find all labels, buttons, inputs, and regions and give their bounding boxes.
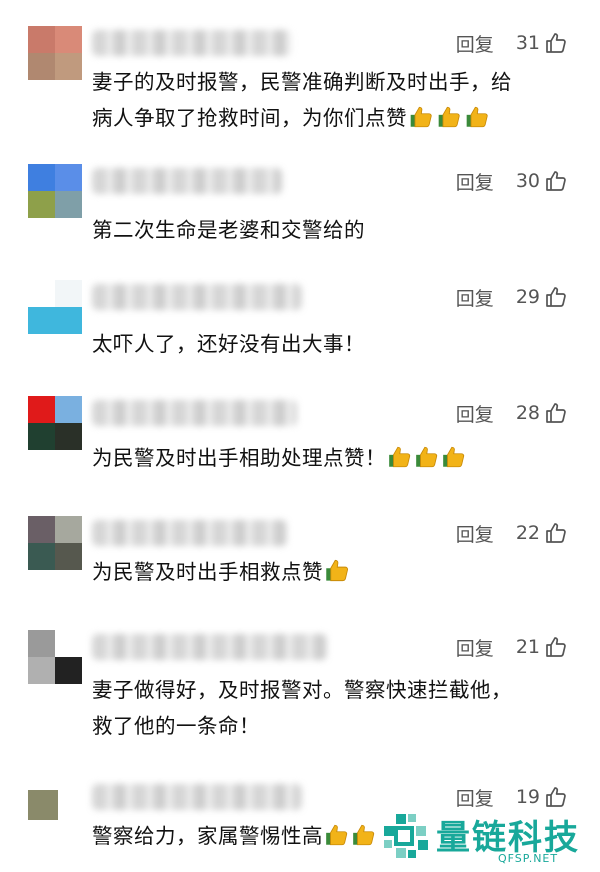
comment-text-line: 病人争取了抢救时间，为你们点赞 <box>92 100 572 141</box>
avatar-pixel <box>28 630 55 657</box>
thumbs-up-outline-icon <box>544 285 568 309</box>
thumbs-up-icon <box>387 444 413 481</box>
username-blurred[interactable] <box>92 30 292 56</box>
comment-text: 为民警及时出手相救点赞 <box>92 560 323 584</box>
like-button[interactable]: 28 <box>516 401 568 425</box>
comment-text-line: 救了他的一条命！ <box>92 714 260 738</box>
avatar-pixel <box>28 53 55 80</box>
avatar-pixel <box>28 307 55 334</box>
comment-text-line: 太吓人了，还好没有出大事！ <box>92 332 365 356</box>
username-blurred[interactable] <box>92 520 287 546</box>
avatar-pixel <box>55 423 82 450</box>
avatar-pixel <box>55 516 82 543</box>
avatar[interactable] <box>28 280 82 334</box>
like-count: 28 <box>515 402 540 424</box>
thumbs-up-outline-icon <box>544 401 568 425</box>
avatar[interactable] <box>28 26 82 80</box>
like-count: 19 <box>515 786 540 808</box>
reply-button[interactable]: 回复 <box>456 284 494 311</box>
like-count: 31 <box>515 32 540 54</box>
comment-text-line: 为民警及时出手相救点赞 <box>92 554 572 595</box>
thumbs-up-icon <box>324 557 351 595</box>
like-button[interactable]: 21 <box>516 635 568 659</box>
like-count: 21 <box>515 636 540 658</box>
watermark-url: QFSP.NET <box>498 852 559 865</box>
avatar-pixel <box>28 516 55 543</box>
avatar-pixel <box>28 26 55 53</box>
avatar-pixel <box>55 191 82 218</box>
avatar-pixel <box>28 280 55 307</box>
thumbs-up-icon <box>436 104 463 141</box>
avatar-pixel <box>28 164 55 191</box>
comment-text-line: 第二次生命是老婆和交警给的 <box>92 218 365 242</box>
reply-button[interactable]: 回复 <box>456 400 494 427</box>
like-count: 30 <box>515 170 540 192</box>
watermark: 量链科技 QFSP.NET <box>380 806 600 866</box>
avatar[interactable] <box>28 630 82 684</box>
comment-text-line: 为民警及时出手相助处理点赞！ <box>92 440 572 481</box>
thumbs-up-outline-icon <box>544 521 568 545</box>
avatar-pixel <box>55 396 82 423</box>
comment-text: 病人争取了抢救时间，为你们点赞 <box>92 106 407 130</box>
username-blurred[interactable] <box>92 168 282 194</box>
avatar-pixel <box>28 191 55 218</box>
thumbs-up-outline-icon <box>544 635 568 659</box>
thumbs-up-icon <box>351 822 377 859</box>
avatar-pixel <box>55 307 82 334</box>
username-blurred[interactable] <box>92 784 302 810</box>
comment-text: 为民警及时出手相助处理点赞！ <box>92 446 386 470</box>
reply-button[interactable]: 回复 <box>456 520 494 547</box>
avatar-pixel <box>55 657 82 684</box>
avatar[interactable] <box>28 790 58 820</box>
thumbs-up-outline-icon <box>544 31 568 55</box>
like-count: 22 <box>515 522 540 544</box>
thumbs-up-icon <box>324 822 350 859</box>
thumbs-up-icon <box>408 104 435 141</box>
avatar-pixel <box>55 280 82 307</box>
comment-text: 警察给力，家属警惕性高 <box>92 824 323 848</box>
like-count: 29 <box>515 286 540 308</box>
reply-button[interactable]: 回复 <box>456 634 494 661</box>
username-blurred[interactable] <box>92 284 302 310</box>
like-button[interactable]: 30 <box>516 169 568 193</box>
reply-button[interactable]: 回复 <box>456 30 494 57</box>
thumbs-up-icon <box>414 444 440 481</box>
reply-button[interactable]: 回复 <box>456 168 494 195</box>
avatar[interactable] <box>28 396 82 450</box>
thumbs-up-icon <box>464 104 491 141</box>
thumbs-up-outline-icon <box>544 169 568 193</box>
comment-text-line: 妻子做得好，及时报警对。警察快速拦截他， <box>92 678 512 702</box>
avatar-pixel <box>55 164 82 191</box>
avatar-pixel <box>55 26 82 53</box>
avatar-pixel <box>28 790 58 820</box>
like-button[interactable]: 31 <box>516 31 568 55</box>
username-blurred[interactable] <box>92 634 327 660</box>
like-button[interactable]: 22 <box>516 521 568 545</box>
avatar-pixel <box>28 657 55 684</box>
avatar-pixel <box>28 423 55 450</box>
watermark-logo-icon <box>380 810 432 862</box>
avatar[interactable] <box>28 164 82 218</box>
avatar-pixel <box>55 53 82 80</box>
like-button[interactable]: 29 <box>516 285 568 309</box>
avatar-pixel <box>28 396 55 423</box>
avatar[interactable] <box>28 516 82 570</box>
username-blurred[interactable] <box>92 400 297 426</box>
thumbs-up-icon <box>441 444 467 481</box>
comment-text-line: 妻子的及时报警，民警准确判断及时出手，给 <box>92 70 512 94</box>
avatar-pixel <box>28 543 55 570</box>
avatar-pixel <box>55 630 82 657</box>
avatar-pixel <box>55 543 82 570</box>
